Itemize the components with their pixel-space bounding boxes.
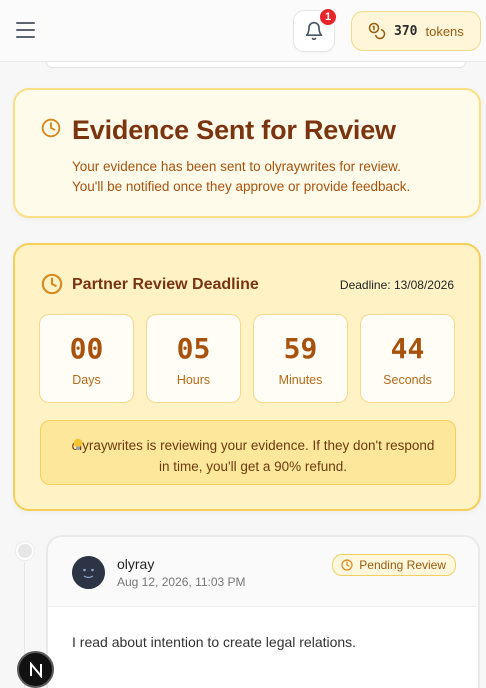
deadline-date: Deadline: 13/08/2026	[339, 278, 454, 292]
countdown-hours-label: Hours	[176, 373, 211, 387]
countdown-seconds-value: 44	[390, 332, 425, 365]
submission-text: I read about intention to create legal r…	[72, 634, 357, 650]
submission-card: olyray Aug 12, 2026, 11:03 PM Pending Re…	[46, 535, 480, 688]
avatar[interactable]	[72, 556, 105, 589]
countdown-hours-value: 05	[176, 332, 211, 365]
evidence-sent-card: Evidence Sent for Review Your evidence h…	[13, 88, 481, 218]
countdown-days-value: 00	[69, 332, 104, 365]
countdown-hours: 05 Hours	[146, 314, 241, 403]
submission-user-name: olyray	[117, 556, 155, 572]
tokens-label: tokens	[425, 23, 464, 39]
countdown-seconds: 44 Seconds	[360, 314, 455, 403]
countdown-minutes: 59 Minutes	[253, 314, 348, 403]
deadline-title: Partner Review Deadline	[72, 276, 259, 293]
status-badge-label: Pending Review	[359, 558, 446, 572]
refund-notice: olyraywrites is reviewing your evidence.…	[40, 420, 456, 485]
evidence-sent-message-line1: Your evidence has been sent to olyraywri…	[72, 159, 401, 174]
app-header: 1 370 tokens	[0, 0, 486, 62]
submission-header: olyray Aug 12, 2026, 11:03 PM Pending Re…	[48, 537, 478, 607]
coins-icon	[368, 22, 386, 40]
clock-icon	[41, 273, 63, 295]
clock-icon	[41, 118, 61, 138]
clock-icon	[341, 559, 353, 571]
evidence-sent-message: Your evidence has been sent to olyraywri…	[72, 157, 462, 197]
lightbulb-icon	[73, 438, 83, 450]
hamburger-menu-icon[interactable]	[16, 22, 35, 38]
previous-card-edge	[46, 62, 466, 68]
countdown-minutes-value: 59	[283, 332, 318, 365]
partner-review-deadline-card: Partner Review Deadline Deadline: 13/08/…	[13, 243, 481, 511]
floating-n-badge-button[interactable]	[17, 651, 54, 688]
status-badge: Pending Review	[332, 554, 456, 576]
countdown-seconds-label: Seconds	[383, 373, 432, 387]
evidence-sent-message-line2: You'll be notified once they approve or …	[72, 179, 411, 194]
n-logo-icon	[29, 661, 42, 678]
refund-notice-text: olyraywrites is reviewing your evidence.…	[71, 438, 435, 474]
countdown-minutes-label: Minutes	[278, 373, 323, 387]
submission-timestamp: Aug 12, 2026, 11:03 PM	[117, 575, 246, 589]
timeline-dot	[16, 542, 34, 560]
tokens-balance-button[interactable]: 370 tokens	[351, 11, 481, 51]
countdown-days-label: Days	[72, 373, 101, 387]
evidence-sent-title: Evidence Sent for Review	[72, 115, 396, 145]
countdown-days: 00 Days	[39, 314, 134, 403]
tokens-count: 370	[394, 23, 418, 39]
notification-count-badge: 1	[318, 7, 338, 27]
